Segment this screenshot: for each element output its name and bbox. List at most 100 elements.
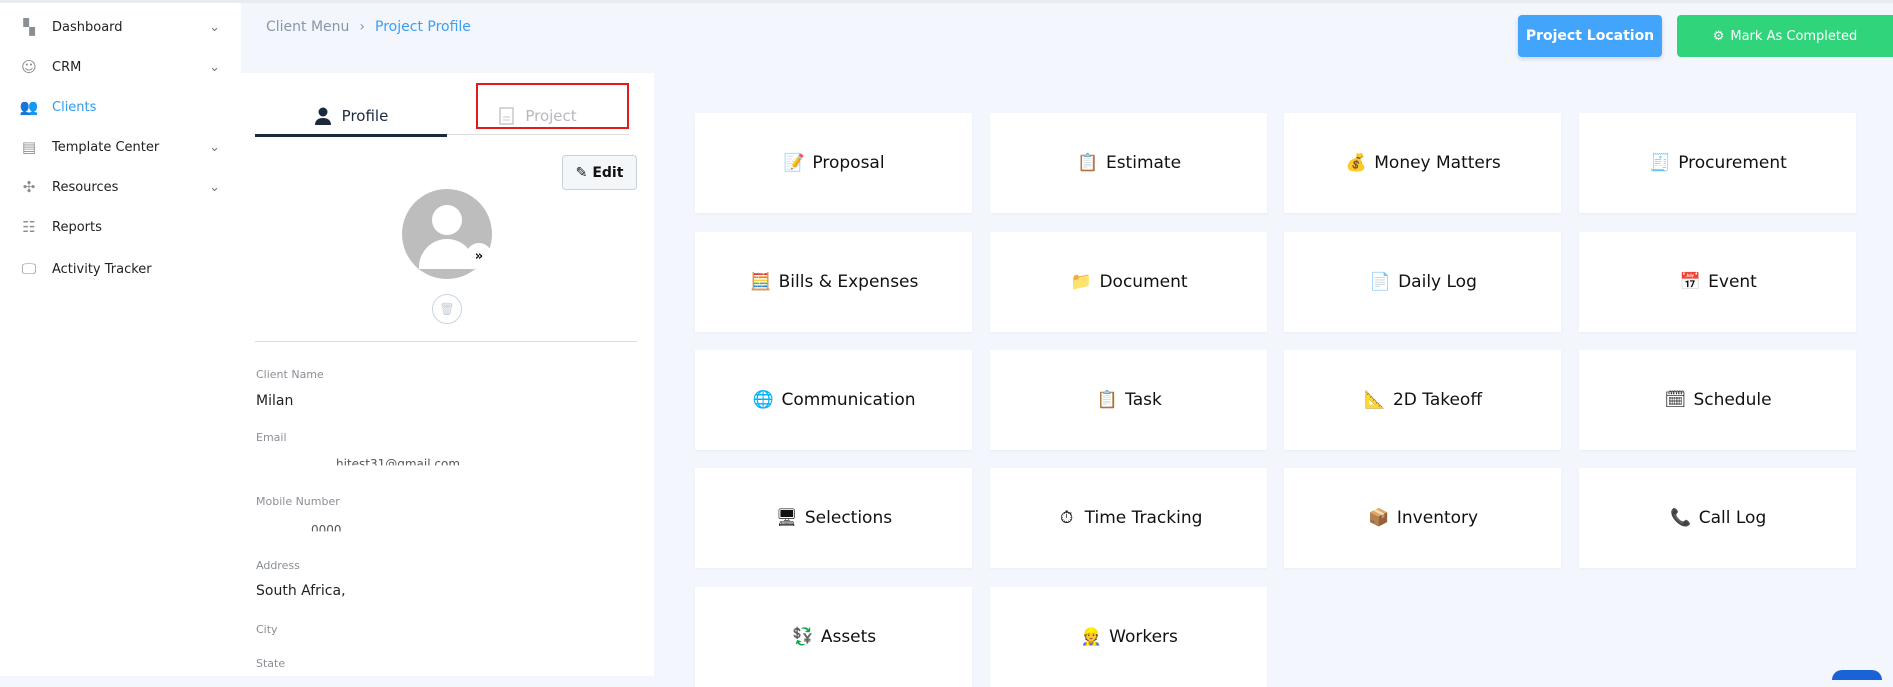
module-label: Daily Log	[1398, 272, 1477, 292]
mark-as-completed-button[interactable]: ⚙ Mark As Completed	[1677, 15, 1893, 57]
module-label: Proposal	[812, 153, 885, 173]
module-card-estimate[interactable]: 📋 Estimate	[990, 113, 1267, 213]
highlight-box	[476, 83, 629, 129]
field-label: City	[256, 623, 278, 636]
schedule-icon: 🗓	[1664, 390, 1687, 410]
divider	[255, 341, 637, 342]
sidebar-item-label: Activity Tracker	[52, 261, 152, 277]
module-label: Communication	[781, 390, 916, 410]
field-label: State	[256, 657, 286, 670]
money-icon: 💰	[1345, 153, 1367, 173]
field-value: 0000	[311, 523, 342, 537]
module-card-task[interactable]: 📋 Task	[990, 350, 1267, 450]
selections-icon: 🖥	[776, 508, 798, 528]
sidebar-item-activity-tracker[interactable]: 🖵 Activity Tracker	[20, 254, 220, 284]
module-card-procurement[interactable]: 🧾 Procurement	[1579, 113, 1856, 213]
trash-icon[interactable]: 🗑	[432, 294, 462, 324]
activity-icon: 🖵	[21, 260, 37, 278]
calendar-icon: 📅	[1679, 272, 1701, 292]
tab-profile-label: Profile	[341, 106, 389, 125]
module-label: Task	[1125, 390, 1162, 410]
sidebar-item-clients[interactable]: 👥 Clients	[20, 92, 220, 122]
sidebar-item-label: CRM	[52, 59, 82, 75]
resources-icon: ✣	[22, 178, 36, 196]
module-label: Event	[1708, 272, 1757, 292]
folder-icon: 📁	[1070, 272, 1093, 292]
module-label: Bills & Expenses	[778, 272, 919, 292]
module-card-2d-takeoff[interactable]: 📐 2D Takeoff	[1284, 350, 1561, 450]
chevron-down-icon[interactable]: ⌄	[209, 20, 220, 35]
breadcrumb-current: Project Profile	[375, 19, 471, 35]
module-card-assets[interactable]: 💱 Assets	[695, 587, 972, 687]
crm-icon: ☺	[21, 58, 37, 76]
sidebar-item-label: Resources	[52, 179, 119, 195]
module-label: Time Tracking	[1084, 508, 1203, 528]
proposal-icon: 📝	[783, 153, 805, 173]
edit-label: Edit	[592, 164, 624, 181]
module-label: Document	[1099, 272, 1188, 292]
help-widget[interactable]	[1832, 670, 1882, 680]
module-card-money-matters[interactable]: 💰 Money Matters	[1284, 113, 1561, 213]
field-value: Milan	[256, 393, 294, 409]
module-card-selections[interactable]: 🖥 Selections	[695, 468, 972, 568]
completed-icon: ⚙	[1712, 28, 1725, 44]
module-card-time-tracking[interactable]: ⏱ Time Tracking	[990, 468, 1267, 568]
pencil-icon: ✎	[575, 164, 588, 181]
module-card-communication[interactable]: 🌐 Communication	[695, 350, 972, 450]
field-label: Mobile Number	[256, 495, 340, 508]
sidebar-item-dashboard[interactable]: ▚ Dashboard ⌄	[20, 12, 220, 42]
field-value: South Africa,	[256, 583, 346, 599]
clients-icon: 👥	[19, 98, 39, 116]
takeoff-icon: 📐	[1364, 390, 1386, 410]
chevron-right-icon: ›	[359, 19, 366, 35]
estimate-icon: 📋	[1077, 153, 1099, 173]
chevron-down-icon[interactable]: ⌄	[209, 140, 220, 155]
profile-panel: Profile Project ✎ Edit » 🗑 Client Name Mi…	[241, 73, 654, 676]
module-card-proposal[interactable]: 📝 Proposal	[695, 113, 972, 213]
phone-icon: 📞	[1670, 508, 1692, 528]
log-icon: 📄	[1369, 272, 1391, 292]
module-label: Selections	[804, 508, 893, 528]
assets-icon: 💱	[792, 627, 814, 647]
breadcrumb-client-menu[interactable]: Client Menu	[266, 19, 349, 35]
module-label: Inventory	[1396, 508, 1479, 528]
sidebar-item-template-center[interactable]: ▤ Template Center ⌄	[20, 132, 220, 162]
reports-icon: ☷	[22, 218, 36, 236]
dashboard-icon: ▚	[23, 18, 35, 36]
field-label: Address	[256, 559, 300, 572]
avatar-expand-icon[interactable]: »	[466, 243, 492, 269]
sidebar: ▚ Dashboard ⌄ ☺ CRM ⌄ 👥 Clients ▤ Template Center…	[0, 3, 241, 676]
field-label: Email	[256, 431, 287, 444]
module-label: Workers	[1109, 627, 1178, 647]
task-icon: 📋	[1096, 390, 1118, 410]
module-label: Assets	[820, 627, 877, 647]
module-card-workers[interactable]: 👷 Workers	[990, 587, 1267, 687]
module-label: Money Matters	[1374, 153, 1501, 173]
top-border	[0, 0, 1893, 3]
time-icon: ⏱	[1059, 508, 1074, 528]
chevron-down-icon[interactable]: ⌄	[209, 60, 220, 75]
sidebar-item-reports[interactable]: ☷ Reports	[20, 212, 220, 242]
edit-button[interactable]: ✎ Edit	[562, 155, 637, 190]
user-icon	[314, 107, 331, 125]
inventory-icon: 📦	[1368, 508, 1390, 528]
module-card-schedule[interactable]: 🗓 Schedule	[1579, 350, 1856, 450]
template-icon: ▤	[21, 138, 37, 156]
field-label: Client Name	[256, 368, 324, 381]
communication-icon: 🌐	[752, 390, 775, 410]
module-card-bills-expenses[interactable]: 🧮 Bills & Expenses	[695, 232, 972, 332]
sidebar-item-resources[interactable]: ✣ Resources ⌄	[20, 172, 220, 202]
sidebar-item-crm[interactable]: ☺ CRM ⌄	[20, 52, 220, 82]
worker-icon: 👷	[1080, 627, 1102, 647]
module-card-event[interactable]: 📅 Event	[1579, 232, 1856, 332]
module-card-call-log[interactable]: 📞 Call Log	[1579, 468, 1856, 568]
breadcrumb: Client Menu › Project Profile	[266, 19, 471, 35]
project-location-button[interactable]: Project Location	[1518, 15, 1662, 57]
module-label: Call Log	[1698, 508, 1767, 528]
module-card-daily-log[interactable]: 📄 Daily Log	[1284, 232, 1561, 332]
sidebar-item-label: Reports	[52, 219, 102, 235]
module-card-document[interactable]: 📁 Document	[990, 232, 1267, 332]
tab-profile[interactable]: Profile	[255, 97, 447, 137]
module-card-inventory[interactable]: 📦 Inventory	[1284, 468, 1561, 568]
chevron-down-icon[interactable]: ⌄	[209, 180, 220, 195]
